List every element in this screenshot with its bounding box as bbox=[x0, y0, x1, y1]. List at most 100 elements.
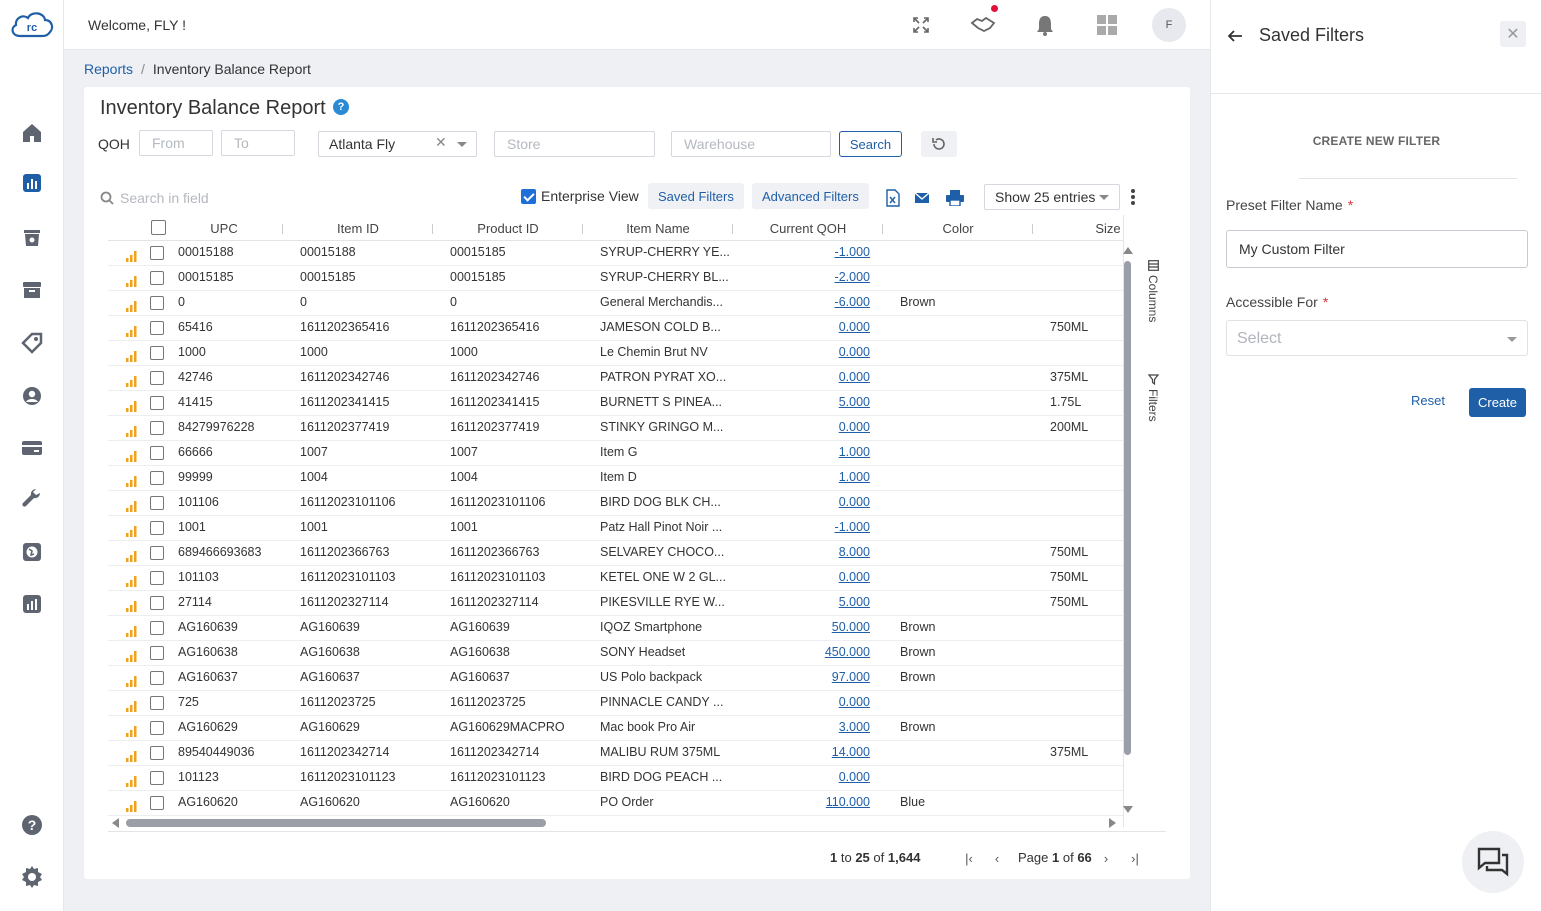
signal-bars-icon[interactable] bbox=[126, 524, 138, 537]
row-checkbox[interactable] bbox=[150, 696, 164, 710]
help-icon[interactable]: ? bbox=[333, 99, 349, 115]
table-row[interactable]: AG160620 AG160620 AG160620 PO Order 110.000 B… bbox=[108, 791, 1123, 816]
cell-current-qoh[interactable]: 110.000 bbox=[810, 795, 870, 809]
tools-icon[interactable] bbox=[18, 485, 46, 513]
row-checkbox[interactable] bbox=[150, 546, 164, 560]
table-row[interactable]: 27114 1611202327114 1611202327114 PIKESVILL… bbox=[108, 591, 1123, 616]
cell-current-qoh[interactable]: -1.000 bbox=[810, 520, 870, 534]
enterprise-view-checkbox[interactable] bbox=[521, 188, 536, 204]
cell-current-qoh[interactable]: 5.000 bbox=[810, 395, 870, 409]
home-icon[interactable] bbox=[18, 119, 46, 147]
cell-current-qoh[interactable]: 450.000 bbox=[810, 645, 870, 659]
print-icon[interactable] bbox=[944, 187, 966, 209]
row-checkbox[interactable] bbox=[150, 446, 164, 460]
store-input[interactable] bbox=[494, 131, 655, 157]
row-checkbox[interactable] bbox=[150, 346, 164, 360]
signal-bars-icon[interactable] bbox=[126, 549, 138, 562]
cell-current-qoh[interactable]: 14.000 bbox=[810, 745, 870, 759]
close-icon[interactable]: ✕ bbox=[1500, 21, 1526, 47]
table-row[interactable]: 41415 1611202341415 1611202341415 BURNETT S… bbox=[108, 391, 1123, 416]
filters-side-tab[interactable]: Filters bbox=[1144, 374, 1162, 422]
next-page-icon[interactable]: › bbox=[1097, 849, 1115, 867]
row-checkbox[interactable] bbox=[150, 296, 164, 310]
column-header-size[interactable]: Size bbox=[1078, 221, 1123, 236]
select-all-checkbox[interactable] bbox=[151, 220, 166, 235]
chat-icon[interactable] bbox=[1462, 831, 1524, 893]
table-row[interactable]: 1000 1000 1000 Le Chemin Brut NV 0.000 bbox=[108, 341, 1123, 366]
first-page-icon[interactable]: |‹ bbox=[960, 849, 978, 867]
signal-bars-icon[interactable] bbox=[126, 674, 138, 687]
table-row[interactable]: 689466693683 1611202366763 1611202366763 SE… bbox=[108, 541, 1123, 566]
cell-current-qoh[interactable]: -1.000 bbox=[810, 245, 870, 259]
cell-current-qoh[interactable]: 50.000 bbox=[810, 620, 870, 634]
qoh-to-input[interactable] bbox=[221, 130, 295, 156]
reports-icon[interactable] bbox=[18, 169, 46, 197]
cell-current-qoh[interactable]: 5.000 bbox=[810, 595, 870, 609]
row-checkbox[interactable] bbox=[150, 421, 164, 435]
signal-bars-icon[interactable] bbox=[126, 374, 138, 387]
table-row[interactable]: AG160638 AG160638 AG160638 SONY Headset 450.… bbox=[108, 641, 1123, 666]
settings-icon[interactable] bbox=[18, 863, 46, 891]
column-header-upc[interactable]: UPC bbox=[194, 221, 254, 236]
cell-current-qoh[interactable]: 0.000 bbox=[810, 695, 870, 709]
signal-bars-icon[interactable] bbox=[126, 474, 138, 487]
signal-bars-icon[interactable] bbox=[126, 399, 138, 412]
table-row[interactable]: 00015185 00015185 00015185 SYRUP-CHERRY BL.… bbox=[108, 266, 1123, 291]
email-icon[interactable] bbox=[911, 187, 933, 209]
column-header-item-id[interactable]: Item ID bbox=[328, 221, 388, 236]
row-checkbox[interactable] bbox=[150, 521, 164, 535]
row-checkbox[interactable] bbox=[150, 571, 164, 585]
cell-current-qoh[interactable]: 0.000 bbox=[810, 345, 870, 359]
tag-icon[interactable] bbox=[18, 329, 46, 357]
cell-current-qoh[interactable]: 0.000 bbox=[810, 420, 870, 434]
accessible-for-select[interactable]: Select bbox=[1226, 320, 1528, 356]
columns-side-tab[interactable]: Columns bbox=[1144, 260, 1162, 322]
row-checkbox[interactable] bbox=[150, 371, 164, 385]
excel-export-icon[interactable] bbox=[882, 187, 904, 209]
row-checkbox[interactable] bbox=[150, 721, 164, 735]
row-checkbox[interactable] bbox=[150, 496, 164, 510]
column-header-item-name[interactable]: Item Name bbox=[618, 221, 698, 236]
qoh-from-input[interactable] bbox=[139, 130, 213, 156]
signal-bars-icon[interactable] bbox=[126, 599, 138, 612]
cell-current-qoh[interactable]: 0.000 bbox=[810, 370, 870, 384]
cell-current-qoh[interactable]: 1.000 bbox=[810, 445, 870, 459]
cell-current-qoh[interactable]: -2.000 bbox=[810, 270, 870, 284]
avatar[interactable]: F bbox=[1152, 8, 1186, 42]
customer-icon[interactable] bbox=[18, 382, 46, 410]
enterprise-view-toggle[interactable]: Enterprise View bbox=[521, 188, 639, 204]
table-row[interactable]: 101106 16112023101106 16112023101106 BIRD D… bbox=[108, 491, 1123, 516]
cell-current-qoh[interactable]: -6.000 bbox=[810, 295, 870, 309]
column-header-color[interactable]: Color bbox=[928, 221, 988, 236]
vertical-scrollbar[interactable] bbox=[1122, 247, 1134, 813]
horizontal-scrollbar[interactable] bbox=[110, 817, 1118, 829]
reset-button[interactable]: Reset bbox=[1411, 393, 1445, 408]
row-checkbox[interactable] bbox=[150, 321, 164, 335]
more-options-icon[interactable] bbox=[1129, 187, 1137, 207]
clear-icon[interactable]: ✕ bbox=[435, 134, 447, 151]
cell-current-qoh[interactable]: 97.000 bbox=[810, 670, 870, 684]
archive-icon[interactable] bbox=[18, 276, 46, 304]
row-checkbox[interactable] bbox=[150, 671, 164, 685]
table-row[interactable]: 84279976228 1611202377419 1611202377419 STI… bbox=[108, 416, 1123, 441]
table-row[interactable]: AG160629 AG160629 AG160629MACPRO Mac book P… bbox=[108, 716, 1123, 741]
table-row[interactable]: 66666 1007 1007 Item G 1.000 bbox=[108, 441, 1123, 466]
create-button[interactable]: Create bbox=[1469, 388, 1526, 417]
breadcrumb-reports-link[interactable]: Reports bbox=[84, 61, 133, 77]
row-checkbox[interactable] bbox=[150, 271, 164, 285]
analytics-icon[interactable] bbox=[18, 590, 46, 618]
table-row[interactable]: 99999 1004 1004 Item D 1.000 bbox=[108, 466, 1123, 491]
warehouse-input[interactable] bbox=[671, 131, 831, 157]
saved-filters-button[interactable]: Saved Filters bbox=[648, 183, 744, 209]
search-in-field[interactable]: Search in field bbox=[100, 188, 300, 208]
row-checkbox[interactable] bbox=[150, 621, 164, 635]
signal-bars-icon[interactable] bbox=[126, 724, 138, 737]
table-row[interactable]: 1001 1001 1001 Patz Hall Pinot Noir ... -1.0… bbox=[108, 516, 1123, 541]
signal-bars-icon[interactable] bbox=[126, 774, 138, 787]
globe-icon[interactable] bbox=[18, 538, 46, 566]
cell-current-qoh[interactable]: 0.000 bbox=[810, 495, 870, 509]
row-checkbox[interactable] bbox=[150, 746, 164, 760]
signal-bars-icon[interactable] bbox=[126, 349, 138, 362]
cell-current-qoh[interactable]: 8.000 bbox=[810, 545, 870, 559]
row-checkbox[interactable] bbox=[150, 796, 164, 810]
